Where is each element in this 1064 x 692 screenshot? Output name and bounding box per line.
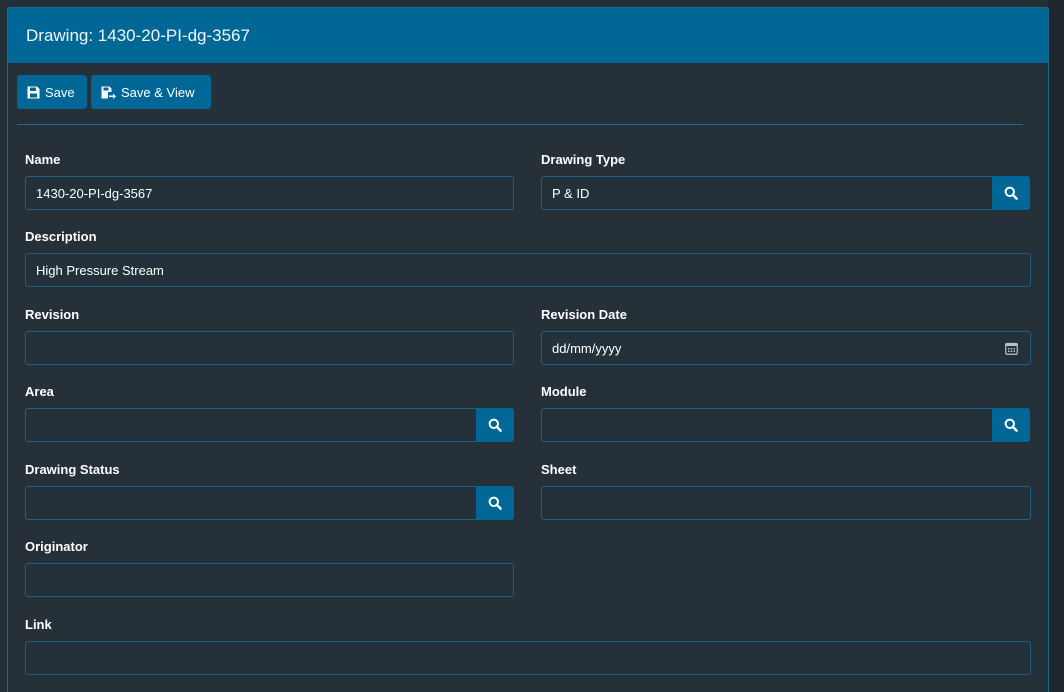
revision-date-label: Revision Date <box>541 307 627 322</box>
drawing-status-search-button[interactable] <box>476 486 514 520</box>
originator-field[interactable] <box>25 563 514 597</box>
search-icon <box>488 418 502 432</box>
area-field[interactable] <box>25 408 477 442</box>
description-label: Description <box>25 229 97 244</box>
save-and-view-icon <box>101 86 116 99</box>
drawing-type-search-button[interactable] <box>992 176 1030 210</box>
drawing-type-label: Drawing Type <box>541 152 626 167</box>
description-field-value: High Pressure Stream <box>36 262 164 278</box>
name-field-value: 1430-20-PI-dg-3567 <box>36 185 153 201</box>
originator-label: Originator <box>25 539 88 554</box>
panel-header: Drawing: 1430-20-PI-dg-3567 <box>8 8 1048 63</box>
name-field[interactable]: 1430-20-PI-dg-3567 <box>25 176 514 210</box>
revision-label: Revision <box>25 307 80 322</box>
description-field[interactable]: High Pressure Stream <box>25 253 1031 287</box>
form-toolbar: Save Save & View <box>17 75 211 109</box>
drawing-status-label: Drawing Status <box>25 462 120 477</box>
floppy-disk-icon <box>27 86 40 98</box>
module-label: Module <box>541 384 587 399</box>
calendar-icon[interactable] <box>1005 342 1018 355</box>
panel-title: Drawing: 1430-20-PI-dg-3567 <box>26 25 250 45</box>
revision-date-field-value: dd/mm/yyyy <box>552 340 622 356</box>
search-icon <box>1004 186 1018 200</box>
save-and-view-button[interactable]: Save & View <box>91 75 211 109</box>
drawing-type-field-value: P & ID <box>552 185 590 201</box>
sheet-label: Sheet <box>541 462 577 477</box>
module-field[interactable] <box>541 408 993 442</box>
area-search-button[interactable] <box>476 408 514 442</box>
link-field[interactable] <box>25 641 1031 675</box>
save-and-view-button-label: Save & View <box>121 84 195 100</box>
module-search-button[interactable] <box>992 408 1030 442</box>
link-label: Link <box>25 617 52 632</box>
drawing-status-field[interactable] <box>25 486 477 520</box>
revision-date-field[interactable]: dd/mm/yyyy <box>541 331 1031 365</box>
area-label: Area <box>25 384 54 399</box>
save-button-label: Save <box>45 84 75 100</box>
revision-field[interactable] <box>25 331 514 365</box>
sheet-field[interactable] <box>541 486 1031 520</box>
name-label: Name <box>25 152 61 167</box>
search-icon <box>1004 418 1018 432</box>
search-icon <box>488 496 502 510</box>
save-button[interactable]: Save <box>17 75 87 109</box>
toolbar-divider <box>17 124 1023 125</box>
page-scroll-edge <box>1048 0 1064 692</box>
drawing-type-field[interactable]: P & ID <box>541 176 993 210</box>
